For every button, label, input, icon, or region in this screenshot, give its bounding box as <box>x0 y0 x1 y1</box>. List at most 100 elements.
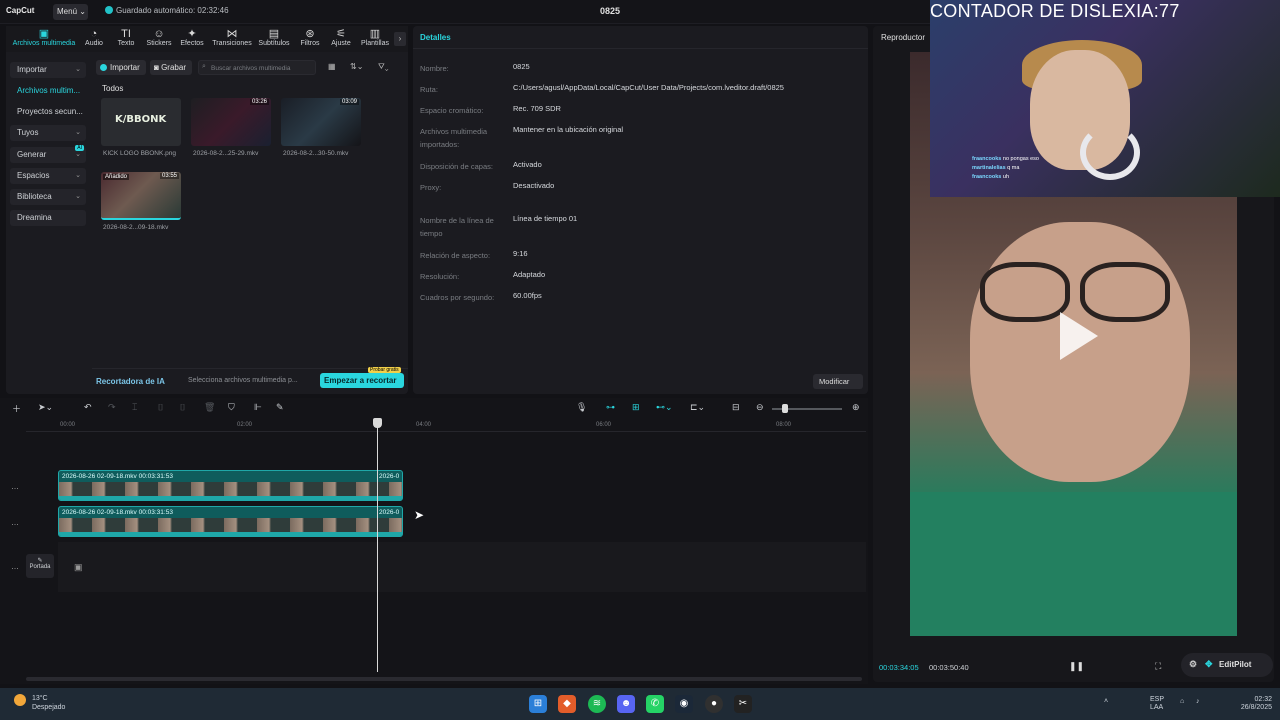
tab-audio[interactable]: ◔ Audio <box>82 28 106 47</box>
pause-icon[interactable]: ❚❚ <box>1069 661 1084 672</box>
split-left-icon[interactable]: ⌷ <box>158 402 163 413</box>
horizontal-scrollbar[interactable] <box>26 677 862 681</box>
sidebar-item-label: Tuyos <box>17 128 39 137</box>
start-trimming-button[interactable]: Empezar a recortar <box>320 373 404 388</box>
undo-icon[interactable]: ↶ <box>84 402 92 413</box>
record-button[interactable]: ◙ Grabar <box>150 60 192 75</box>
video-clip[interactable]: 2026-08-26 02-09-18.mkv 00:03:31:53 2026… <box>58 470 403 501</box>
tab-filters[interactable]: ⊛ Filtros <box>296 28 324 47</box>
video-clip[interactable]: 2026-08-26 02-09-18.mkv 00:03:31:53 2026… <box>58 506 403 537</box>
detail-value: 9:16 <box>513 249 528 258</box>
chat-message: fraancooks uh <box>972 174 1009 180</box>
obs-icon[interactable]: ● <box>705 695 723 713</box>
track-options-icon[interactable]: … <box>11 482 19 491</box>
sidebar-item-library[interactable]: Biblioteca ⌄ <box>10 189 86 205</box>
sidebar-item-label: Importar <box>17 65 47 74</box>
sidebar-item-generate[interactable]: Generar ⌄ AI <box>10 145 86 163</box>
language-indicator[interactable]: ESP LAA <box>1150 696 1164 712</box>
capcut-icon[interactable]: ✂ <box>734 695 752 713</box>
current-timecode: 00:03:34:05 <box>879 663 919 672</box>
sidebar-item-label: Generar <box>17 150 47 159</box>
clock[interactable]: 02:32 26/8/2025 <box>1228 696 1272 712</box>
detail-value: Línea de tiempo 01 <box>513 214 578 223</box>
detail-value: Rec. 709 SDR <box>513 104 561 113</box>
modify-button[interactable]: Modificar <box>813 374 863 389</box>
zoom-in-icon[interactable]: ⊕ <box>852 402 860 413</box>
media-item[interactable]: Añadido 03:55 <box>101 172 181 220</box>
sidebar-item-dreamina[interactable]: Dreamina <box>10 210 86 226</box>
plus-icon <box>100 64 107 71</box>
editpilot-button[interactable]: ⚙ ✥ EditPilot <box>1181 653 1273 677</box>
media-item[interactable]: K/BBONK <box>101 98 181 146</box>
playhead-handle[interactable] <box>373 418 382 428</box>
split-right-icon[interactable]: ⌷ <box>180 402 185 413</box>
select-tool-icon[interactable]: ➤⌄ <box>38 402 53 413</box>
media-item[interactable]: 03:26 <box>191 98 271 146</box>
detail-key: Disposición de capas: <box>420 162 493 171</box>
fit-icon[interactable]: ⊟ <box>732 402 740 413</box>
draw-icon[interactable]: ✎ <box>276 402 284 413</box>
delete-icon[interactable]: 🗑 <box>204 402 215 413</box>
microphone-icon[interactable]: 🎙 <box>576 402 587 413</box>
tab-text[interactable]: TI Texto <box>114 28 138 47</box>
magnet-icon[interactable]: ⊞ <box>632 402 640 413</box>
tray-chevron-icon[interactable]: ˄ <box>1104 698 1108 706</box>
tab-transitions[interactable]: ⋈ Transiciones <box>210 28 254 47</box>
sidebar-item-yours[interactable]: Tuyos ⌄ <box>10 125 86 141</box>
split-icon[interactable]: ⌶ <box>132 402 137 413</box>
tab-label: Subtítulos <box>258 40 290 47</box>
preview-axis-icon[interactable]: ⊷⌄ <box>656 402 673 413</box>
windows-start-icon[interactable]: ⊞ <box>529 695 547 713</box>
cover-button[interactable]: ✎ Portada <box>26 554 54 578</box>
discord-icon[interactable]: ☻ <box>617 695 635 713</box>
split-clip-icon[interactable]: ⊩ <box>254 402 262 413</box>
media-item[interactable]: 03:09 <box>281 98 361 146</box>
volume-icon[interactable]: ♪ <box>1196 698 1200 706</box>
sidebar-item-label: Biblioteca <box>17 192 52 201</box>
sidebar-item-secondary-projects[interactable]: Proyectos secun... <box>10 104 86 120</box>
ripple-icon[interactable]: ⊏⌄ <box>690 402 705 413</box>
tab-adjust[interactable]: ⚟ Ajuste <box>328 28 354 47</box>
steam-icon[interactable]: ◉ <box>675 695 693 713</box>
tab-stickers[interactable]: ☺ Stickers <box>144 28 174 47</box>
playhead[interactable] <box>377 420 378 672</box>
play-icon[interactable] <box>1060 312 1098 360</box>
menu-button[interactable]: Menú ⌄ <box>53 4 88 20</box>
brave-icon[interactable]: ◆ <box>558 695 576 713</box>
zoom-out-icon[interactable]: ⊖ <box>756 402 764 413</box>
network-icon[interactable]: ⌂ <box>1180 698 1184 706</box>
link-clips-icon[interactable]: ⊶ <box>606 402 615 413</box>
timeline-ruler[interactable]: 00:00 02:00 04:00 06:00 08:00 <box>26 420 866 432</box>
chevron-right-icon[interactable]: › <box>394 32 406 46</box>
redo-icon[interactable]: ↷ <box>108 402 116 413</box>
detail-key: Nombre de la línea de tiempo <box>420 216 494 238</box>
sidebar-item-media[interactable]: Archivos multim... <box>10 83 86 99</box>
project-title: 0825 <box>600 6 621 16</box>
whatsapp-icon[interactable]: ✆ <box>646 695 664 713</box>
details-panel: Detalles Nombre: 0825 Ruta: C:/Users/agu… <box>413 26 868 394</box>
sidebar-item-spaces[interactable]: Espacios ⌄ <box>10 168 86 184</box>
tab-effects[interactable]: ✦ Efectos <box>178 28 206 47</box>
tab-templates[interactable]: ▥ Plantillas <box>358 28 392 47</box>
add-icon[interactable]: ＋ <box>12 402 21 415</box>
tab-media[interactable]: ▣ Archivos multimedia <box>8 28 80 47</box>
spotify-icon[interactable]: ≋ <box>588 695 606 713</box>
track-options-icon[interactable]: … <box>11 518 19 527</box>
sidebar-item-import[interactable]: Importar ⌄ <box>10 62 86 78</box>
clip-frames <box>59 482 402 497</box>
filter-icon[interactable]: ⛛⌄ <box>378 62 389 72</box>
search-input[interactable]: Buscar archivos multimedia <box>198 60 316 75</box>
import-button[interactable]: Importar <box>96 60 146 75</box>
weather-widget[interactable]: 13°C Despejado <box>14 694 65 712</box>
tab-subtitles[interactable]: ▤ Subtítulos <box>256 28 292 47</box>
sidebar-item-label: Dreamina <box>17 213 52 222</box>
view-grid-icon[interactable]: ▦ <box>328 62 336 71</box>
sort-icon[interactable]: ⇅⌄ <box>350 62 363 71</box>
shield-icon[interactable]: ⛉ <box>228 402 235 413</box>
main-track[interactable] <box>58 542 866 592</box>
player-title: Reproductor <box>881 33 926 42</box>
zoom-slider-handle[interactable] <box>782 404 788 413</box>
chat-text: no pongas eso <box>1002 156 1039 162</box>
fullscreen-icon[interactable]: ⛶ <box>1155 661 1161 672</box>
track-options-icon[interactable]: … <box>11 562 19 571</box>
